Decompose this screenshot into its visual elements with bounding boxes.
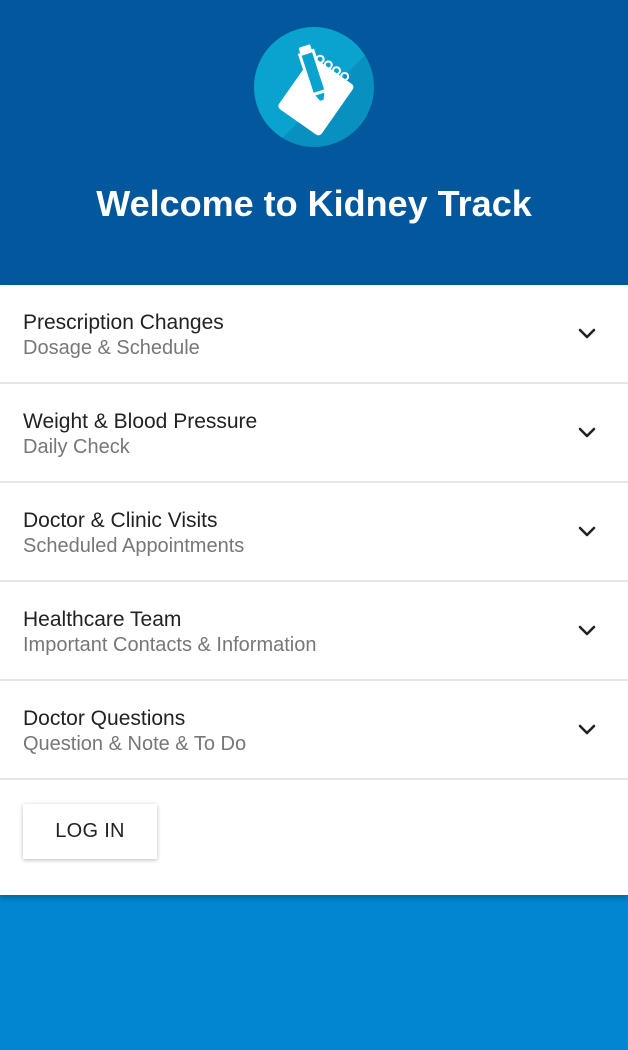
menu-item-subtitle: Question & Note & To Do: [23, 733, 247, 755]
notepad-pen-icon: [278, 42, 354, 136]
menu-card: Prescription Changes Dosage & Schedule W…: [0, 285, 628, 895]
menu-item-subtitle: Scheduled Appointments: [23, 535, 245, 557]
menu-item-title: Weight & Blood Pressure: [23, 410, 258, 433]
menu-item-title: Prescription Changes: [23, 311, 224, 334]
menu-item-weight-blood-pressure[interactable]: Weight & Blood Pressure Daily Check: [0, 384, 628, 483]
menu-item-doctor-questions[interactable]: Doctor Questions Question & Note & To Do: [0, 681, 628, 780]
menu-item-title: Healthcare Team: [23, 608, 182, 631]
menu-item-title: Doctor Questions: [23, 707, 186, 730]
chevron-down-icon[interactable]: [576, 620, 598, 642]
chevron-down-icon[interactable]: [576, 521, 598, 543]
chevron-down-icon[interactable]: [576, 422, 598, 444]
app-logo: [254, 27, 374, 147]
menu-item-doctor-clinic-visits[interactable]: Doctor & Clinic Visits Scheduled Appoint…: [0, 483, 628, 582]
login-button[interactable]: LOG IN: [23, 804, 157, 859]
page-title: Welcome to Kidney Track: [96, 183, 532, 224]
menu-item-prescription-changes[interactable]: Prescription Changes Dosage & Schedule: [0, 285, 628, 384]
menu-item-subtitle: Important Contacts & Information: [23, 634, 317, 656]
menu-item-healthcare-team[interactable]: Healthcare Team Important Contacts & Inf…: [0, 582, 628, 681]
menu-item-title: Doctor & Clinic Visits: [23, 509, 218, 532]
app-header: Welcome to Kidney Track: [0, 0, 628, 285]
chevron-down-icon[interactable]: [576, 719, 598, 741]
chevron-down-icon[interactable]: [576, 323, 598, 345]
menu-item-subtitle: Dosage & Schedule: [23, 337, 200, 359]
menu-item-subtitle: Daily Check: [23, 436, 130, 458]
